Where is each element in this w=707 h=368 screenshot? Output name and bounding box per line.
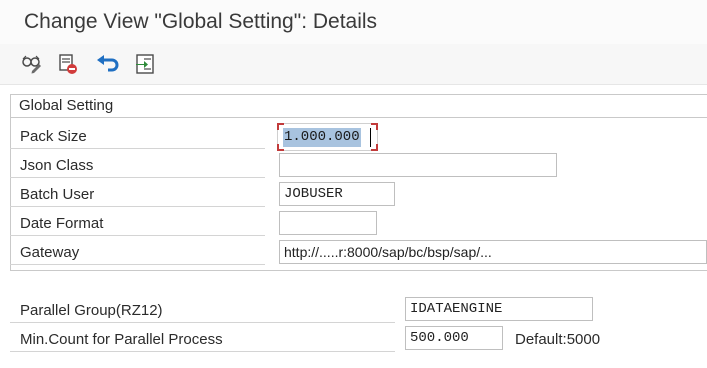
sap-view-details-screen: Change View "Global Setting": Details Gl… [0,0,707,368]
select-block-button[interactable] [133,52,157,76]
pack-size-input[interactable]: 1.000.000 [277,123,378,151]
application-toolbar [0,44,707,85]
undo-icon [97,55,119,72]
gateway-input[interactable]: http://.....r:8000/sap/bc/bsp/sap/... [279,240,707,264]
delete-icon [59,54,77,74]
parallel-group-input[interactable]: IDATAENGINE [405,297,593,321]
display-change-icon [22,55,41,74]
min-count-default-hint: Default:5000 [515,331,601,348]
parallel-group-label: Parallel Group(RZ12) [10,299,395,323]
min-count-input[interactable]: 500.000 [405,326,503,350]
display-change-button[interactable] [20,52,44,76]
date-format-input[interactable] [279,211,377,235]
pack-size-label: Pack Size [10,125,265,149]
group-title: Global Setting [19,97,114,114]
json-class-input[interactable] [279,153,557,177]
group-title-divider [11,117,707,118]
page-title: Change View "Global Setting": Details [24,10,378,33]
focus-corner [371,123,378,130]
title-bar: Change View "Global Setting": Details [0,0,707,44]
date-format-label: Date Format [10,212,265,236]
batch-user-label: Batch User [10,183,265,207]
select-block-icon [136,54,154,74]
text-caret [370,128,371,147]
focus-corner [371,144,378,151]
undo-button[interactable] [95,52,119,76]
delete-button[interactable] [56,52,80,76]
json-class-label: Json Class [10,154,265,178]
pack-size-value: 1.000.000 [283,128,361,147]
min-count-label: Min.Count for Parallel Process [10,328,395,352]
gateway-label: Gateway [10,241,265,265]
batch-user-input[interactable]: JOBUSER [279,182,395,206]
